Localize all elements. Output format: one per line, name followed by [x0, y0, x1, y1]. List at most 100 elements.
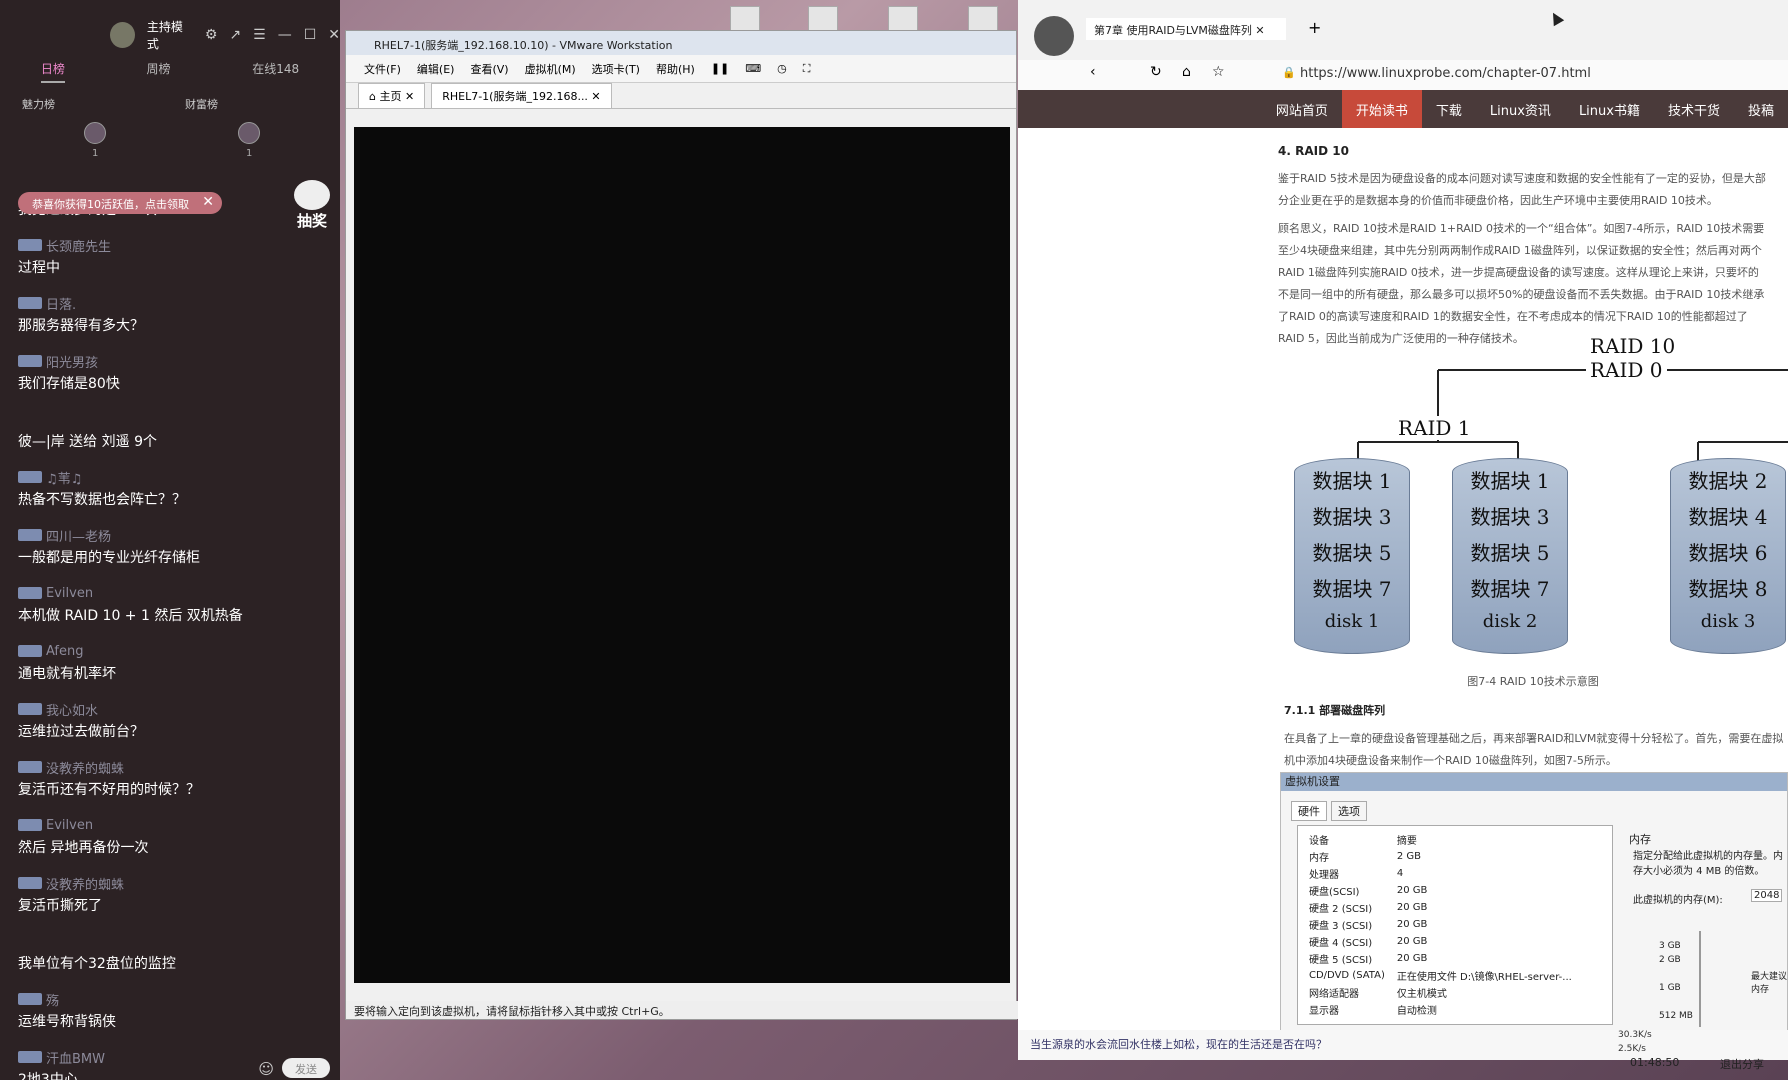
new-tab-icon[interactable]: + — [1308, 18, 1321, 37]
menu-vm[interactable]: 虚拟机(M) — [525, 61, 576, 77]
device-table: 设备 摘要 内存 2 GB 处理器 4 硬盘(SCSI) 20 GB 硬盘 2 (SCSI) 2… — [1303, 831, 1578, 1018]
bookmark-icon[interactable]: ☆ — [1212, 64, 1225, 80]
settings-icon[interactable]: ⚙ — [205, 27, 218, 43]
pause-icon[interactable]: ❚❚ — [711, 62, 729, 75]
avatar[interactable] — [84, 122, 106, 144]
device-summary: 4 — [1396, 868, 1404, 879]
chat-message: 没教养的蜘蛛 复活币还有不好用的时候？？ — [18, 755, 328, 813]
nav-submit[interactable]: 投稿 — [1734, 90, 1788, 128]
tab-vm[interactable]: RHEL7-1(服务端_192.168... ✕ — [431, 83, 612, 108]
device-name: CD/DVD (SATA) — [1309, 970, 1385, 981]
table-row[interactable]: 硬盘 2 (SCSI) 20 GB — [1303, 899, 1578, 916]
message-text: 我们存储是80快 — [18, 376, 120, 392]
desktop-file-icon[interactable] — [888, 6, 918, 32]
author-name: 殇 — [46, 993, 60, 1009]
table-row[interactable]: 网络适配器 仅主机模式 — [1303, 984, 1578, 1001]
table-row[interactable]: 硬盘(SCSI) 20 GB — [1303, 882, 1578, 899]
nav-home[interactable]: 网站首页 — [1262, 90, 1342, 128]
charm-board[interactable]: 魅力榜 — [22, 96, 55, 112]
send-keys-icon[interactable]: ⌨ — [745, 62, 761, 75]
menu-tabs[interactable]: 选项卡(T) — [592, 61, 640, 77]
message-author[interactable]: 我心如水 — [18, 697, 328, 721]
message-author[interactable] — [18, 407, 328, 431]
fullscreen-icon[interactable]: ⛶ — [803, 62, 811, 76]
message-author[interactable]: 没教养的蜘蛛 — [18, 755, 328, 779]
device-summary: 20 GB — [1396, 919, 1428, 930]
nav-news[interactable]: Linux资讯 — [1476, 90, 1565, 128]
message-author[interactable]: Evilven — [18, 581, 328, 605]
url-field[interactable]: https://www.linuxprobe.com/chapter-07.ht… — [1300, 66, 1591, 81]
message-author[interactable]: ♫苇♫ — [18, 465, 328, 489]
memory-input[interactable]: 2048 — [1751, 889, 1783, 902]
tab-home[interactable]: ⌂ 主页 ✕ — [358, 83, 426, 108]
host-avatar[interactable] — [110, 22, 135, 48]
browser-tab[interactable]: 第7章 使用RAID与LVM磁盘阵列 ✕ — [1086, 18, 1286, 40]
section-heading: 4. RAID 10 — [1278, 144, 1349, 158]
share-icon[interactable]: ↗ — [229, 27, 241, 43]
message-text: 一般都是用的专业光纤存储柜 — [18, 550, 200, 566]
paragraph: 在具备了上一章的硬盘设备管理基础之后，再来部署RAID和LVM就变得十分轻松了。… — [1284, 732, 1784, 767]
nav-tech[interactable]: 技术干货 — [1654, 90, 1734, 128]
message-author[interactable]: 阳光男孩 — [18, 349, 328, 373]
exit-share-button[interactable]: 退出分享 — [1720, 1056, 1764, 1072]
tab-hardware[interactable]: 硬件 — [1291, 801, 1327, 821]
table-row[interactable]: CD/DVD (SATA) 正在使用文件 D:\镜像\RHEL-server-..… — [1303, 967, 1578, 984]
memory-slider[interactable] — [1699, 931, 1701, 1027]
message-text: 运维拉过去做前台？ — [18, 724, 144, 740]
home-icon[interactable]: ⌂ — [1182, 64, 1191, 80]
avatar[interactable] — [238, 122, 260, 144]
nav-read[interactable]: 开始读书 — [1341, 90, 1422, 128]
disk-1: 数据块 1 数据块 3 数据块 5 数据块 7 disk 1 — [1294, 458, 1410, 654]
minimize-icon[interactable]: — — [278, 27, 292, 43]
reward-notice[interactable]: 恭喜你获得10活跃值，点击领取 ✕ — [18, 192, 222, 214]
message-author[interactable] — [18, 929, 328, 953]
menu-help[interactable]: 帮助(H) — [656, 61, 695, 77]
device-summary: 正在使用文件 D:\镜像\RHEL-server-... — [1396, 972, 1572, 983]
data-block: 数据块 4 — [1688, 505, 1768, 529]
vm-settings-figure: 虚拟机设置 硬件 选项 设备 摘要 内存 2 GB 处理器 4 硬盘(SCSI) 20 GB… — [1280, 772, 1788, 1032]
send-button[interactable]: 发送 — [282, 1058, 330, 1078]
avatar[interactable] — [1034, 16, 1074, 56]
message-author[interactable]: 日落. — [18, 291, 328, 315]
tab-daily[interactable]: 日榜 — [40, 60, 65, 83]
desktop-file-icon[interactable] — [808, 6, 838, 32]
browser-toolbar: 第7章 使用RAID与LVM磁盘阵列 ✕ + — [1018, 0, 1788, 60]
device-name: 硬盘 3 (SCSI) — [1309, 921, 1373, 932]
desktop-file-icon[interactable] — [730, 6, 760, 32]
table-row[interactable]: 硬盘 4 (SCSI) 20 GB — [1303, 933, 1578, 950]
lottery-button[interactable]: 抽奖 — [290, 180, 334, 230]
nav-download[interactable]: 下载 — [1422, 90, 1476, 128]
table-row[interactable]: 内存 2 GB — [1303, 848, 1578, 865]
menu-view[interactable]: 查看(V) — [470, 61, 508, 77]
device-summary: 20 GB — [1396, 885, 1428, 896]
emoji-icon[interactable]: ☺ — [258, 1060, 274, 1078]
close-icon[interactable]: ✕ — [328, 27, 340, 43]
snapshot-icon[interactable]: ◷ — [777, 62, 787, 75]
table-row[interactable]: 显示器 自动检测 — [1303, 1001, 1578, 1018]
table-row[interactable]: 硬盘 5 (SCSI) 20 GB — [1303, 950, 1578, 967]
back-icon[interactable]: ‹ — [1090, 64, 1096, 80]
close-icon[interactable]: ✕ — [202, 194, 214, 210]
tab-options[interactable]: 选项 — [1331, 801, 1367, 821]
desktop-file-icon[interactable] — [968, 6, 998, 32]
message-author[interactable]: 长颈鹿先生 — [18, 233, 328, 257]
message-author[interactable]: 殇 — [18, 987, 328, 1011]
menu-icon[interactable]: ☰ — [253, 27, 266, 43]
nav-books[interactable]: Linux书籍 — [1565, 90, 1654, 128]
wealth-board[interactable]: 财富榜 — [185, 96, 218, 112]
vm-console-screen[interactable] — [354, 127, 1010, 983]
tab-weekly[interactable]: 周榜 — [147, 60, 171, 83]
message-author[interactable]: 四川—老杨 — [18, 523, 328, 547]
menu-file[interactable]: 文件(F) — [364, 61, 401, 77]
author-name: Evilven — [46, 817, 94, 833]
table-row[interactable]: 处理器 4 — [1303, 865, 1578, 882]
message-author[interactable]: Evilven — [18, 813, 328, 837]
maximize-icon[interactable]: ☐ — [304, 27, 317, 43]
message-author[interactable]: Afeng — [18, 639, 328, 663]
message-author[interactable]: 没教养的蜘蛛 — [18, 871, 328, 895]
table-row[interactable]: 硬盘 3 (SCSI) 20 GB — [1303, 916, 1578, 933]
tab-online[interactable]: 在线148 — [252, 60, 299, 83]
menu-edit[interactable]: 编辑(E) — [417, 61, 455, 77]
chat-message: 日落. 那服务器得有多大？ — [18, 291, 328, 349]
refresh-icon[interactable]: ↻ — [1150, 64, 1162, 80]
